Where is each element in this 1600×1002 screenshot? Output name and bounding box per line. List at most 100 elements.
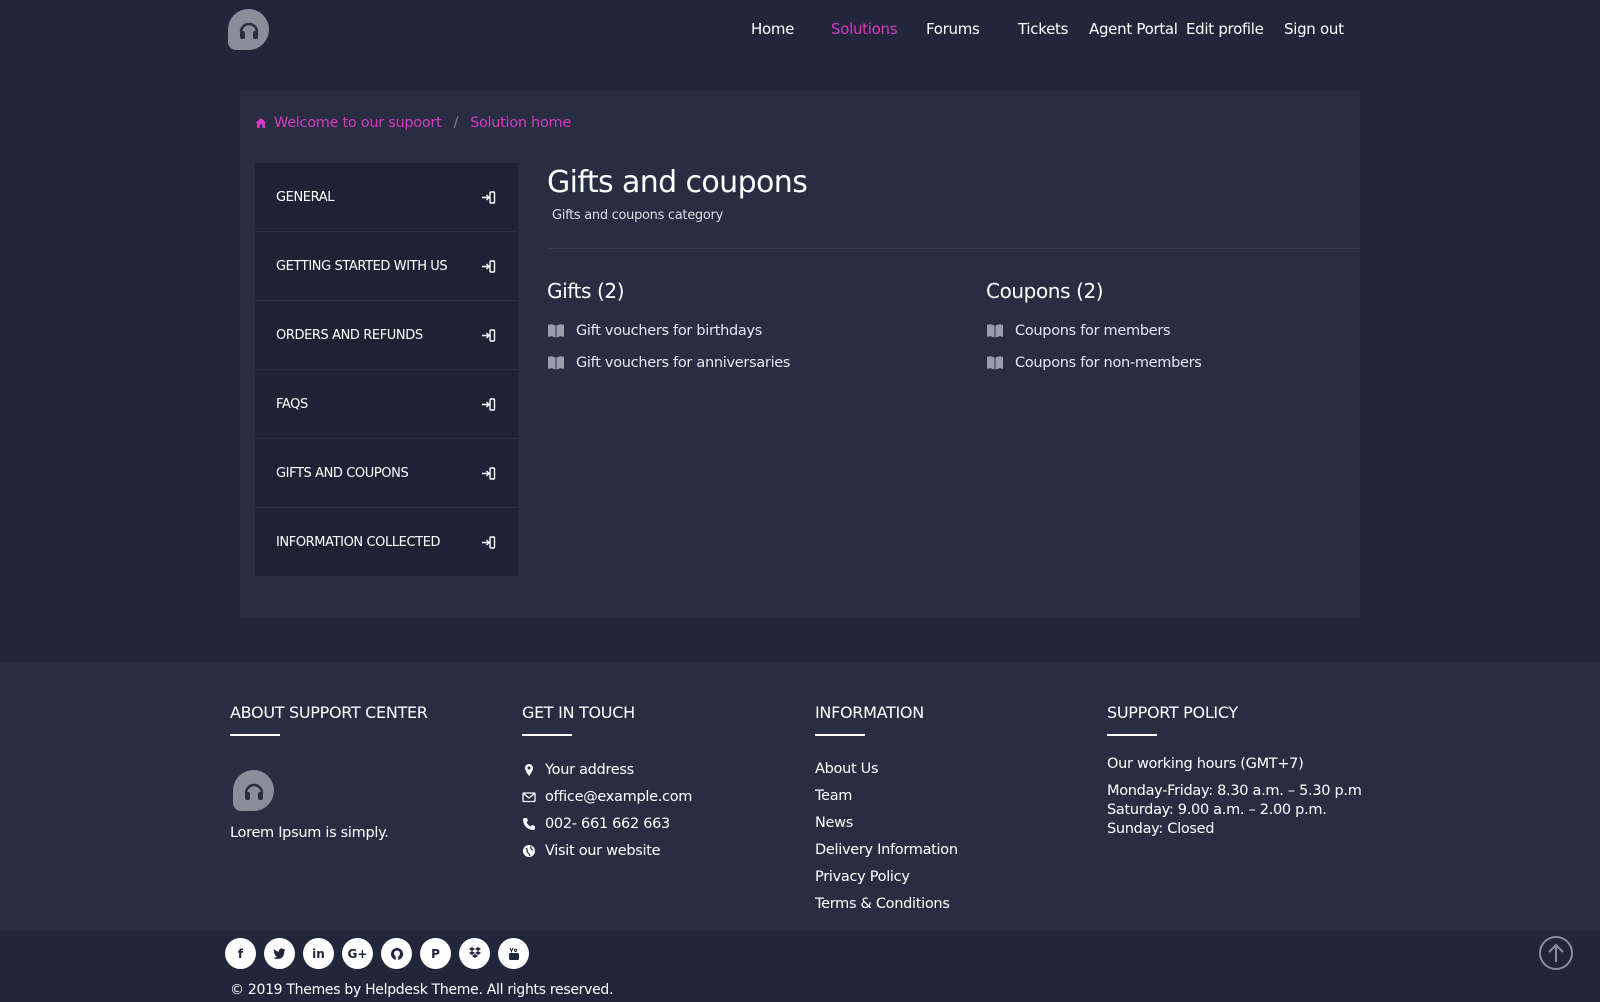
sign-in-icon — [482, 259, 496, 273]
footer-link-privacy[interactable]: Privacy Policy — [815, 864, 1075, 891]
section-title[interactable]: Gifts (2) — [547, 279, 947, 303]
article-link[interactable]: Gift vouchers for birthdays — [547, 315, 947, 347]
breadcrumb: Welcome to our supoort / Solution home — [255, 113, 571, 133]
map-marker-icon — [525, 763, 533, 776]
contact-address: Your address — [522, 756, 782, 783]
nav-edit-profile[interactable]: Edit profile — [1186, 20, 1264, 38]
sidebar-item-label: GETTING STARTED WITH US — [276, 258, 448, 274]
nav-home[interactable]: Home — [751, 20, 794, 38]
sidebar-item-label: FAQS — [276, 396, 308, 412]
heading-underline — [522, 734, 572, 736]
footer: ABOUT SUPPORT CENTER Lorem Ipsum is simp… — [0, 663, 1600, 931]
footer-heading: SUPPORT POLICY — [1107, 703, 1238, 722]
article-title: Coupons for members — [1015, 323, 1171, 339]
sidebar-item-orders-refunds[interactable]: ORDERS AND REFUNDS — [255, 301, 518, 370]
article-title: Gift vouchers for birthdays — [576, 323, 763, 339]
footer-link-terms[interactable]: Terms & Conditions — [815, 891, 1075, 918]
sidebar-item-information-collected[interactable]: INFORMATION COLLECTED — [255, 508, 518, 577]
phone-icon — [523, 817, 535, 830]
breadcrumb-current[interactable]: Solution home — [470, 115, 571, 131]
section-gifts: Gifts (2) Gift vouchers for birthdays Gi… — [547, 279, 947, 379]
article-link[interactable]: Coupons for non-members — [986, 347, 1386, 379]
sidebar-item-label: GIFTS AND COUPONS — [276, 465, 409, 481]
nav-sign-out[interactable]: Sign out — [1284, 20, 1344, 38]
contact-email[interactable]: office@example.com — [522, 783, 782, 810]
section-count: (2) — [1076, 279, 1104, 303]
sidebar-item-faqs[interactable]: FAQS — [255, 370, 518, 439]
book-icon — [987, 356, 1003, 370]
pinterest-icon[interactable]: P — [420, 938, 451, 969]
footer-contact: GET IN TOUCH Your address office@example… — [522, 703, 782, 864]
heading-underline — [230, 734, 280, 736]
footer-heading: INFORMATION — [815, 703, 924, 722]
policy-weekdays: Monday-Friday: 8.30 a.m. – 5.30 p.m — [1107, 783, 1362, 799]
twitter-icon[interactable] — [264, 938, 295, 969]
footer-link-news[interactable]: News — [815, 810, 1075, 837]
envelope-icon — [522, 791, 536, 802]
copyright: © 2019 Themes by Helpdesk Theme. All rig… — [230, 982, 614, 998]
category-sidebar: GENERAL GETTING STARTED WITH US ORDERS A… — [255, 163, 518, 577]
nav-tickets[interactable]: Tickets — [1018, 20, 1068, 38]
policy-sunday: Sunday: Closed — [1107, 821, 1215, 837]
footer-link-team[interactable]: Team — [815, 783, 1075, 810]
facebook-icon[interactable]: f — [225, 938, 256, 969]
sidebar-item-label: ORDERS AND REFUNDS — [276, 327, 423, 343]
heading-underline — [1107, 734, 1157, 736]
category-content: Gifts and coupons Gifts and coupons cate… — [547, 163, 1360, 371]
page-title: Gifts and coupons — [547, 165, 808, 200]
sign-in-icon — [482, 397, 496, 411]
sidebar-item-getting-started[interactable]: GETTING STARTED WITH US — [255, 232, 518, 301]
contact-website[interactable]: Visit our website — [522, 837, 782, 864]
article-link[interactable]: Gift vouchers for anniversaries — [547, 347, 947, 379]
policy-saturday: Saturday: 9.00 a.m. – 2.00 p.m. — [1107, 802, 1327, 818]
footer-heading: ABOUT SUPPORT CENTER — [230, 703, 428, 722]
google-plus-icon[interactable]: G+ — [342, 938, 373, 969]
nav-agent-portal[interactable]: Agent Portal — [1089, 20, 1178, 38]
youtube-icon[interactable] — [498, 938, 529, 969]
sidebar-item-label: GENERAL — [276, 189, 335, 205]
sign-in-icon — [482, 466, 496, 480]
sign-in-icon — [482, 328, 496, 342]
article-link[interactable]: Coupons for members — [986, 315, 1386, 347]
footer-heading: GET IN TOUCH — [522, 703, 635, 722]
main-panel: Welcome to our supoort / Solution home G… — [240, 91, 1360, 617]
sign-in-icon — [482, 535, 496, 549]
nav-forums[interactable]: Forums — [926, 20, 980, 38]
article-title: Coupons for non-members — [1015, 355, 1202, 371]
headset-icon — [244, 783, 263, 800]
dropbox-icon[interactable] — [459, 938, 490, 969]
section-title[interactable]: Coupons (2) — [986, 279, 1386, 303]
sidebar-item-gifts-coupons[interactable]: GIFTS AND COUPONS — [255, 439, 518, 508]
breadcrumb-separator: / — [453, 115, 459, 131]
footer-link-about-us[interactable]: About Us — [815, 756, 1075, 783]
footer-link-delivery[interactable]: Delivery Information — [815, 837, 1075, 864]
nav-solutions[interactable]: Solutions — [831, 20, 898, 38]
home-icon — [255, 118, 267, 128]
section-name: Coupons — [986, 279, 1071, 303]
section-count: (2) — [596, 279, 625, 303]
contact-phone[interactable]: 002- 661 662 663 — [522, 810, 782, 837]
footer-information: INFORMATION About Us Team News Delivery … — [815, 703, 1075, 918]
github-icon[interactable] — [381, 938, 412, 969]
globe-icon — [523, 844, 535, 857]
linkedin-icon[interactable]: in — [303, 938, 334, 969]
bottom-bar: f in G+ P © 2019 Themes by Helpdesk Them… — [0, 931, 1600, 1002]
breadcrumb-home-link[interactable]: Welcome to our supoort — [274, 115, 442, 131]
page-subtitle: Gifts and coupons category — [552, 208, 723, 223]
divider — [547, 248, 1360, 249]
heading-underline — [815, 734, 865, 736]
footer-about: ABOUT SUPPORT CENTER Lorem Ipsum is simp… — [230, 703, 490, 841]
sidebar-item-label: INFORMATION COLLECTED — [276, 534, 441, 550]
main-nav: Home Solutions Forums Tickets Agent Port… — [0, 20, 1600, 44]
scroll-to-top-button[interactable] — [1539, 936, 1573, 970]
social-links: f in G+ P — [225, 938, 529, 969]
footer-logo[interactable] — [233, 770, 274, 811]
book-icon — [987, 324, 1003, 338]
footer-policy: SUPPORT POLICY Our working hours (GMT+7)… — [1107, 703, 1367, 837]
sidebar-item-general[interactable]: GENERAL — [255, 163, 518, 232]
sign-in-icon — [482, 190, 496, 204]
book-icon — [548, 324, 564, 338]
book-icon — [548, 356, 564, 370]
section-coupons: Coupons (2) Coupons for members Coupons … — [986, 279, 1386, 379]
arrow-up-icon — [1548, 943, 1564, 962]
